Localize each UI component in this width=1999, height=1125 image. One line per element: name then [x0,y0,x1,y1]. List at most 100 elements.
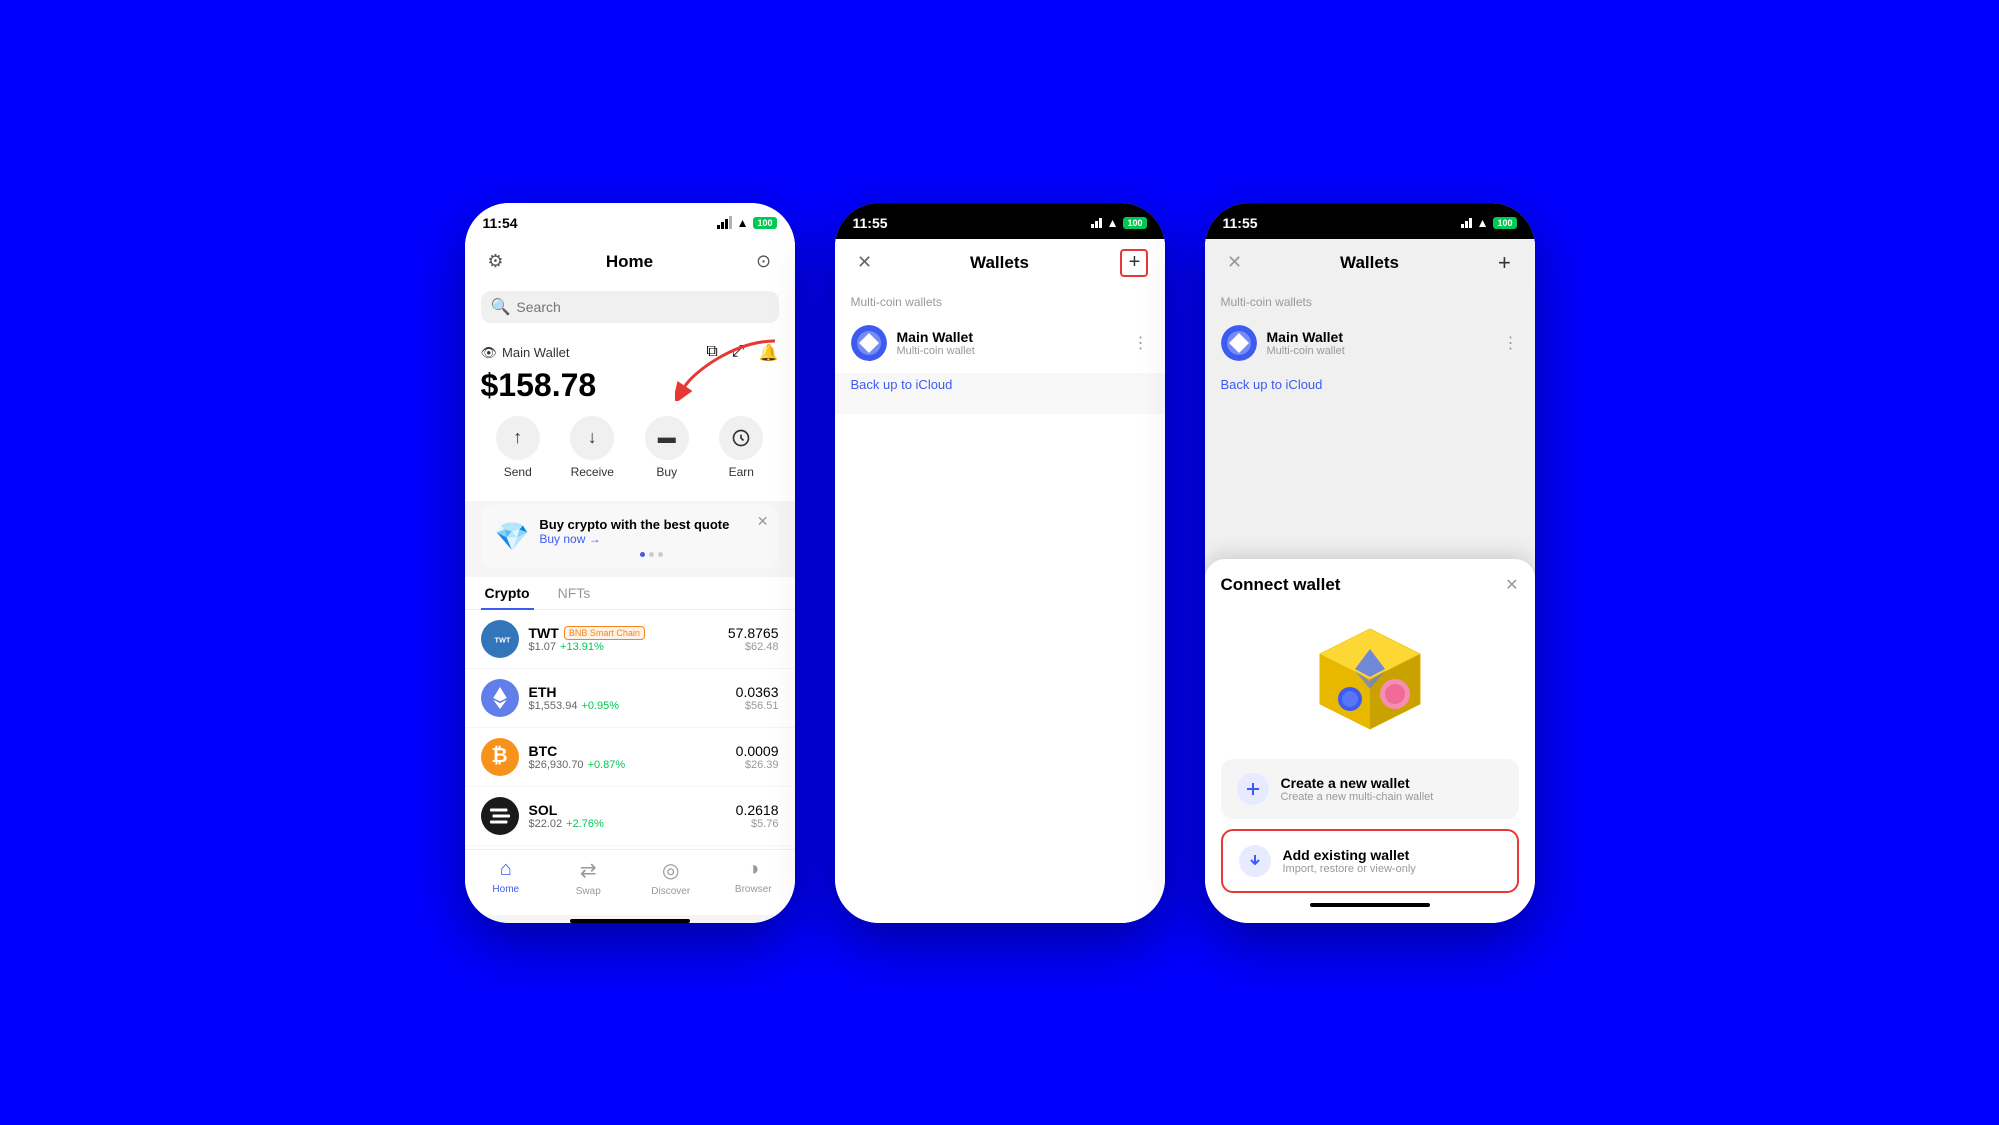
status-icons-1: ▲ 100 [717,216,777,230]
create-wallet-info: Create a new wallet Create a new multi-c… [1281,775,1503,803]
btc-icon: ₿ [481,738,519,776]
tab-nfts[interactable]: NFTs [554,577,595,609]
nav-home[interactable]: ⌂ Home [481,858,531,897]
backup-link-2[interactable]: Back up to iCloud [835,373,1165,406]
dot-3 [658,552,663,557]
btc-info: BTC $26,930.70 +0.87% [529,743,726,771]
btc-name-row: BTC [529,743,726,759]
search-input[interactable] [516,299,768,315]
btc-amount: 0.0009 $26.39 [736,743,779,771]
home-title: Home [606,252,653,272]
wallet-item-info-3: Main Wallet Multi-coin wallet [1267,329,1493,357]
eth-price: $1,553.94 +0.95% [529,700,726,712]
asset-tabs: Crypto NFTs [465,577,795,610]
home-indicator-3 [1310,903,1430,907]
crypto-item-eth[interactable]: ETH $1,553.94 +0.95% 0.0363 $56.51 [465,669,795,728]
battery-3: 100 [1493,217,1516,229]
eth-icon [481,679,519,717]
sheet-header: Connect wallet ✕ [1221,575,1519,595]
status-time-2: 11:55 [853,215,888,231]
tab-crypto[interactable]: Crypto [481,577,534,609]
create-wallet-title: Create a new wallet [1281,775,1503,791]
status-icons-3: ▲ 100 [1461,216,1517,230]
search-bar: 🔍 [465,285,795,333]
scan-icon[interactable]: ⊙ [748,247,778,277]
nav-browser-label: Browser [735,884,772,895]
swap-icon: ⇄ [580,858,597,883]
browser-icon: ◑ [747,858,759,881]
crypto-list: TWT TWT BNB Smart Chain $1.07 +13.91% 57… [465,610,795,849]
create-wallet-sub: Create a new multi-chain wallet [1281,791,1503,803]
promo-close-button[interactable]: ✕ [757,513,769,530]
send-icon: ↑ [496,416,540,460]
status-time-1: 11:54 [483,215,518,231]
nav-browser[interactable]: ◑ Browser [728,858,778,897]
bell-icon[interactable]: 🔔 [759,343,779,363]
add-wallet-info: Add existing wallet Import, restore or v… [1283,847,1501,875]
promo-link[interactable]: Buy now → [539,532,764,546]
earn-button[interactable]: Earn [719,416,763,479]
phone3-content: ✕ Wallets + Multi-coin wallets Main Wal [1205,239,1535,923]
twt-name-row: TWT BNB Smart Chain [529,625,718,641]
phone1-frame: 11:54 ▲ 100 ⚙ Home ⊙ 🔍 👁 [465,203,795,923]
sheet-title: Connect wallet [1221,575,1341,595]
wifi-icon-1: ▲ [737,216,749,230]
promo-title: Buy crypto with the best quote [539,517,764,532]
sol-icon [481,797,519,835]
nav-discover[interactable]: ◎ Discover [646,858,696,897]
wallets-add-button-2[interactable]: + [1120,249,1148,277]
wallet-item-menu-3[interactable]: ⋮ [1503,333,1519,353]
promo-banner: 💎 Buy crypto with the best quote Buy now… [481,505,779,569]
backup-link-3[interactable]: Back up to iCloud [1205,373,1535,406]
receive-icon: ↓ [570,416,614,460]
expand-icon[interactable]: ⤢ [732,343,745,363]
wallet-item-icon-2 [851,325,887,361]
copy-icon[interactable]: ⧉ [706,343,717,363]
search-input-wrap[interactable]: 🔍 [481,291,779,323]
eth-amount: 0.0363 $56.51 [736,684,779,712]
wallet-item-type-2: Multi-coin wallet [897,345,1123,357]
crypto-item-twt[interactable]: TWT TWT BNB Smart Chain $1.07 +13.91% 57… [465,610,795,669]
receive-button[interactable]: ↓ Receive [570,416,614,479]
signal-icon-3 [1461,218,1472,228]
sheet-close-button[interactable]: ✕ [1505,575,1518,595]
wallets-close-button-3[interactable]: ✕ [1221,249,1249,277]
sol-name: SOL [529,802,558,818]
buy-label: Buy [656,465,677,479]
wallet-item-2[interactable]: Main Wallet Multi-coin wallet ⋮ [835,313,1165,373]
signal-icon-2 [1091,218,1102,228]
create-wallet-option[interactable]: Create a new wallet Create a new multi-c… [1221,759,1519,819]
crypto-item-sol[interactable]: SOL $22.02 +2.76% 0.2618 $5.76 [465,787,795,846]
battery-1: 100 [753,217,776,229]
send-button[interactable]: ↑ Send [496,416,540,479]
wallets-close-button-2[interactable]: ✕ [851,249,879,277]
home-screen: ⚙ Home ⊙ 🔍 👁 Main Wallet ⧉ ⤢ 🔔 [465,239,795,923]
buy-button[interactable]: ▬ Buy [645,416,689,479]
wallet-item-name-3: Main Wallet [1267,329,1493,345]
wallet-item-3[interactable]: Main Wallet Multi-coin wallet ⋮ [1205,313,1535,373]
signal-icon-1 [717,216,732,229]
wallets-header-2: ✕ Wallets + [835,239,1165,287]
search-icon: 🔍 [491,297,511,317]
wallet-item-info-2: Main Wallet Multi-coin wallet [897,329,1123,357]
add-wallet-title: Add existing wallet [1283,847,1501,863]
wallet-icons-row: ⧉ ⤢ 🔔 [706,343,778,363]
eth-name-row: ETH [529,684,726,700]
sol-name-row: SOL [529,802,726,818]
wallets-add-button-3[interactable]: + [1490,249,1518,277]
wallet-card-bg-3: Main Wallet Multi-coin wallet ⋮ Back up … [1205,313,1535,416]
wallet-item-menu-2[interactable]: ⋮ [1133,333,1149,353]
btc-name: BTC [529,743,558,759]
sol-amount: 0.2618 $5.76 [736,802,779,830]
nav-swap[interactable]: ⇄ Swap [563,858,613,897]
connect-wallet-sheet: Connect wallet ✕ [1205,559,1535,923]
add-wallet-option[interactable]: Add existing wallet Import, restore or v… [1221,829,1519,893]
sol-price: $22.02 +2.76% [529,818,726,830]
crypto-item-btc[interactable]: ₿ BTC $26,930.70 +0.87% 0.0009 $26.39 [465,728,795,787]
phone3-frame: 11:55 ▲ 100 ✕ Wallets + Multi-coin walle… [1205,203,1535,923]
add-wallet-icon [1239,845,1271,877]
wallet-item-type-3: Multi-coin wallet [1267,345,1493,357]
status-time-3: 11:55 [1223,215,1258,231]
dot-2 [649,552,654,557]
settings-icon[interactable]: ⚙ [481,247,511,277]
